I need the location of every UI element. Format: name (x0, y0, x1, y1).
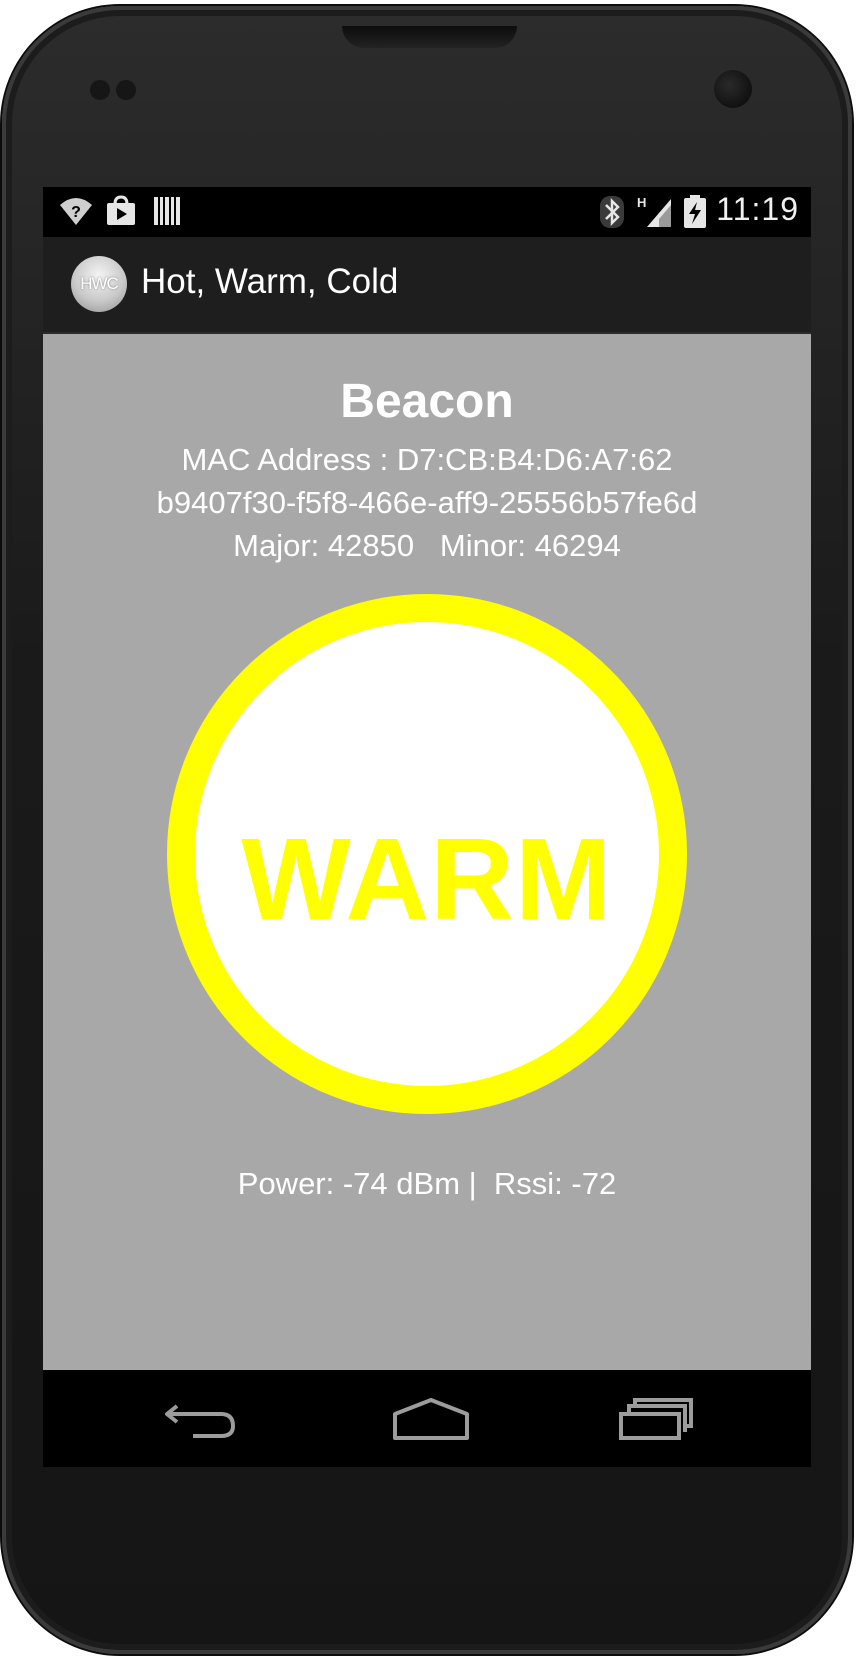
signal-h-icon: H (637, 195, 673, 234)
light-sensor (116, 80, 136, 100)
beacon-uuid: b9407f30-f5f8-466e-aff9-25556b57fe6d (156, 485, 698, 520)
barcode-icon (153, 195, 181, 232)
app-title: Hot, Warm, Cold (141, 262, 399, 301)
back-icon[interactable] (163, 1398, 243, 1442)
mac-address-line: MAC Address : D7:CB:B4:D6:A7:62 (181, 442, 673, 477)
action-bar: HWC Hot, Warm, Cold (43, 237, 811, 334)
status-clock: 11:19 (716, 191, 799, 227)
home-icon[interactable] (391, 1398, 471, 1442)
status-bar: ? H 11:19 (43, 187, 811, 237)
device-screen: ? H 11:19 HWC Hot, Warm, Cold Beacon MAC… (43, 187, 811, 1467)
play-store-icon (105, 195, 137, 232)
earpiece-speaker (342, 26, 517, 48)
svg-text:?: ? (71, 204, 81, 221)
power-rssi-line: Power: -74 dBm | Rssi: -72 (237, 1166, 617, 1201)
front-camera (714, 70, 752, 108)
beacon-detail-view: Beacon MAC Address : D7:CB:B4:D6:A7:62 b… (43, 334, 811, 1370)
recents-icon[interactable] (617, 1398, 697, 1442)
navigation-bar (43, 1370, 811, 1467)
wifi-question-icon: ? (59, 195, 93, 232)
svg-text:H: H (637, 195, 646, 210)
proximity-indicator-circle: WARM (167, 594, 687, 1114)
battery-charging-icon (683, 195, 707, 234)
bluetooth-icon (599, 195, 625, 234)
beacon-heading: Beacon (340, 375, 514, 428)
major-minor-line: Major: 42850 Minor: 46294 (233, 528, 621, 563)
proximity-status-label: WARM (241, 814, 613, 944)
app-logo-icon[interactable]: HWC (71, 256, 127, 312)
proximity-sensor (90, 80, 110, 100)
